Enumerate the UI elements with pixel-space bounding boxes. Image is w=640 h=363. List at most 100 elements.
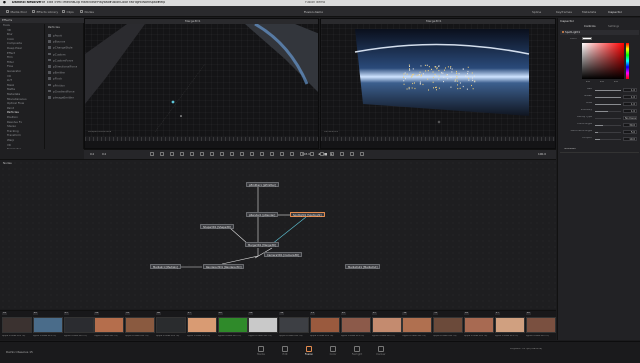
clip-thumbnail[interactable] [525,317,556,333]
node-mediain[interactable]: MediaIn1 [MediaIn] [150,264,181,269]
node-tool-icon[interactable] [170,152,174,156]
node-spotlight[interactable]: Spotlight1 [SpotLight] [290,212,325,217]
node-tool-icon[interactable] [250,152,254,156]
render-start-field[interactable]: 0.0 [90,153,94,156]
prop-field[interactable]: 1.0 [623,95,637,99]
node-editor[interactable]: Nodes pEmitter1 [pEmitter] pRender1 [pRe… [0,159,556,309]
inspector-button[interactable]: Inspector [606,9,624,15]
page-tab-color[interactable]: Color [322,346,344,357]
hue-slider[interactable] [626,43,629,79]
keyframes-button[interactable]: Keyframes [554,9,574,15]
node-tool-icon[interactable] [330,152,334,156]
spline-button[interactable]: Spline [530,9,543,15]
menu-item[interactable]: Timeline [61,1,75,4]
tab-controls[interactable]: Controls [584,25,596,28]
node-camera3d[interactable]: Camera3D1 [Camera3D] [264,252,303,257]
clip-thumbnail[interactable] [402,317,433,333]
node-tool-icon[interactable] [160,152,164,156]
color-picker[interactable] [582,43,624,79]
prop-slider[interactable] [595,117,621,119]
tool-item[interactable]: pEmitter [48,71,65,74]
prop-slider[interactable] [595,124,621,126]
node-tool-icon[interactable] [350,152,354,156]
menu-item[interactable]: Color [120,1,128,4]
color-value-g[interactable]: 1.0 [600,81,604,83]
tool-item[interactable]: pCustomForce [48,58,73,62]
node-mediaout[interactable]: MediaOut1 [MediaOut] [345,264,381,269]
node-prender[interactable]: pRender1 [pRender] [246,212,279,217]
menu-item[interactable]: Mark [81,1,89,4]
node-tool-icon[interactable] [310,152,314,156]
prop-field[interactable]: 30.0 [623,123,637,127]
tool-item[interactable]: pFlock [48,77,62,80]
menu-item[interactable]: View [89,1,97,4]
node-tool-icon[interactable] [260,152,264,156]
clip-thumbnail[interactable] [32,317,63,333]
node-tool-icon[interactable] [190,152,194,156]
left-viewer-ruler[interactable] [85,137,318,141]
tool-item[interactable]: pFriction [48,83,65,87]
clip-thumbnail[interactable] [217,317,248,333]
node-tool-icon[interactable] [230,152,234,156]
left-viewer[interactable]: Merge3D1 PerspectiveCamera [84,18,319,149]
clip-thumbnail[interactable] [340,317,371,333]
menu-item[interactable]: File [40,1,45,4]
page-tab-edit[interactable]: Edit [274,346,296,357]
clip-thumbnail[interactable] [371,317,402,333]
tree-item[interactable]: Tools [3,24,10,27]
node-shape3d[interactable]: Shape3D1 [Shape3D] [200,224,235,229]
tool-item[interactable]: pCustom [48,52,66,56]
light-gizmo-icon[interactable] [171,100,175,104]
node-renderer3d[interactable]: Renderer3D1 [Renderer3D] [203,264,245,269]
node-tool-icon[interactable] [360,152,364,156]
menu-item[interactable]: Workspace [142,1,159,4]
apple-icon[interactable]: ● [3,1,6,4]
nodes-button[interactable]: Nodes [78,9,96,15]
node-tool-icon[interactable] [210,152,214,156]
clip-thumbnail[interactable] [94,317,125,333]
render-end-field[interactable]: 100.0 [538,153,546,156]
prop-slider[interactable] [595,103,621,105]
menu-item[interactable]: DaVinci Resolve [12,1,41,4]
node-pemitter[interactable]: pEmitter1 [pEmitter] [246,182,279,187]
menu-item[interactable]: Trim [54,1,61,4]
shadows-section[interactable]: Shadows [564,148,576,151]
clip-thumbnail[interactable] [433,317,464,333]
clip-thumbnail[interactable] [464,317,494,333]
tool-item[interactable]: pAvoid [48,34,62,37]
effects-library-button[interactable]: Effects Library [30,9,60,15]
page-tab-fairlight[interactable]: Fairlight [346,346,368,357]
clip-thumbnail[interactable] [63,317,94,333]
prop-field[interactable]: No Decay [623,116,637,120]
media-pool-button[interactable]: Media Pool [4,9,29,15]
node-merge3d[interactable]: Merge3D1 [Merge3D] [245,242,279,247]
menu-item[interactable]: Edit [47,1,53,4]
prop-field[interactable]: 5.0 [623,130,637,134]
tool-item[interactable]: pChangeStyle [48,46,73,49]
tool-item[interactable]: pGradientForce [48,89,75,93]
node-tool-icon[interactable] [180,152,184,156]
color-value-r[interactable]: 1.0 [586,81,590,83]
clip-thumbnail[interactable] [125,317,156,333]
prop-field[interactable]: 1.0 [623,109,637,113]
clip-thumbnail[interactable] [279,317,310,333]
prop-field[interactable]: 10.0 [623,137,637,141]
clip-thumbnail[interactable] [186,317,217,333]
tool-item[interactable]: pDirectionalForce [48,65,77,68]
clip-thumbnail[interactable] [248,317,279,333]
metadata-button[interactable]: Metadata [580,9,598,15]
clip-thumbnail[interactable] [310,317,340,333]
prop-slider[interactable] [595,138,621,140]
prop-field[interactable]: 1.0 [623,102,637,106]
clip-thumbnail[interactable] [494,317,525,333]
color-swatch[interactable] [582,37,592,40]
menu-item[interactable]: Fusion [110,1,120,4]
page-tab-deliver[interactable]: Deliver [370,346,392,357]
camera-gizmo-icon[interactable] [180,115,182,117]
clip-thumbnail[interactable] [156,317,186,333]
menu-item[interactable]: Help [158,1,165,4]
right-viewer-ruler[interactable] [321,137,555,141]
clips-button[interactable]: Clips [60,9,76,15]
pivot-gizmo-icon[interactable] [437,120,441,124]
node-tool-icon[interactable] [280,152,284,156]
